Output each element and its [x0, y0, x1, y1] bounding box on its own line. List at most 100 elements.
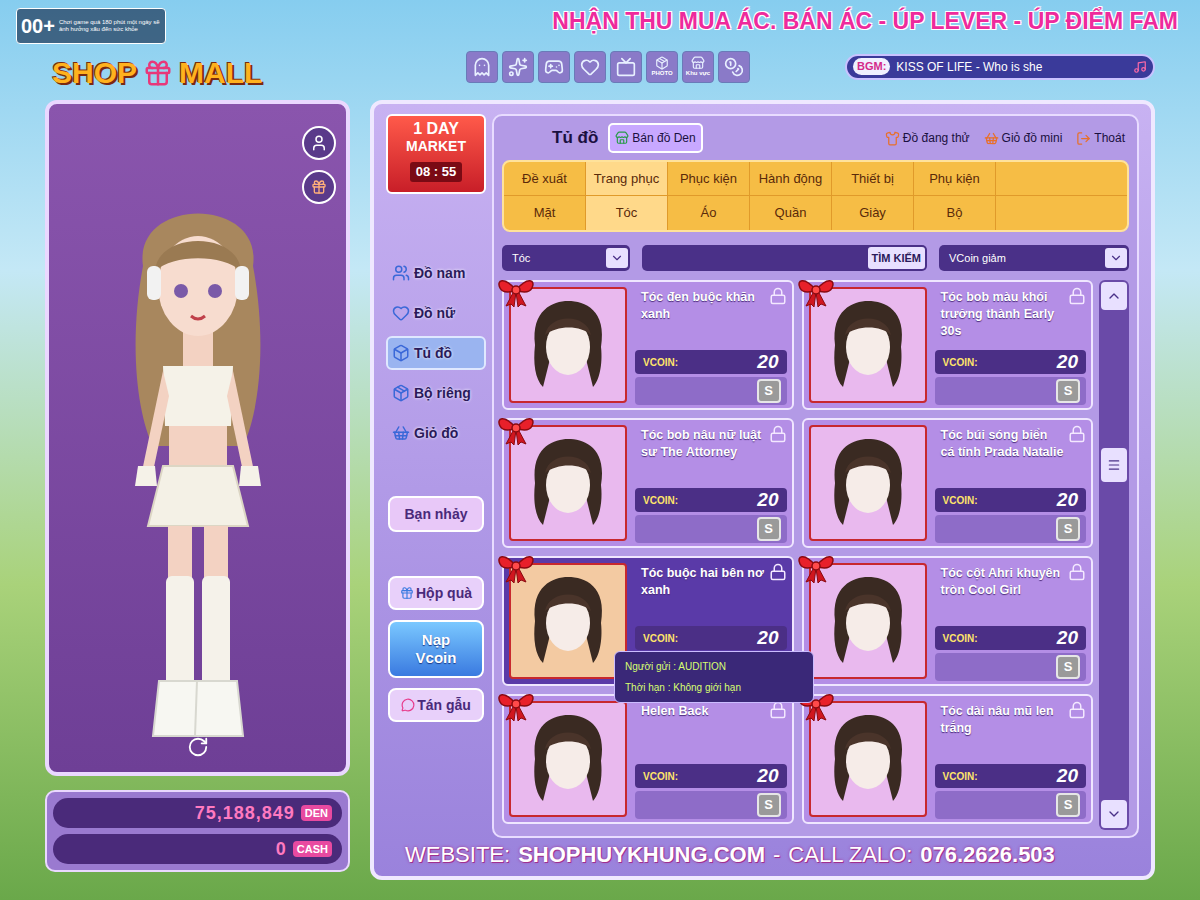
chat-button[interactable]: Tán gẫu — [388, 688, 484, 722]
item-card[interactable]: Tóc cột Ahri khuyên tròn Cool GirlVCOIN:… — [802, 556, 1094, 686]
sub-tab[interactable]: Quần — [750, 196, 832, 230]
age-rating-badge: 00+Chơi game quá 180 phút một ngày sẽ ản… — [16, 8, 166, 44]
top-menu-button[interactable] — [574, 51, 606, 83]
top-menu-button[interactable]: Khu vực — [682, 51, 714, 83]
sub-tab[interactable]: Giày — [832, 196, 914, 230]
gift-bow-icon — [794, 550, 838, 584]
sub-tab[interactable]: Bộ — [914, 196, 996, 230]
sub-tab[interactable]: Áo — [668, 196, 750, 230]
item-card[interactable]: Tóc dài nâu mũ len trắngVCOIN:20S — [802, 694, 1094, 824]
category-tab[interactable]: Thiết bị — [832, 162, 914, 195]
menu-icon — [691, 56, 705, 70]
item-card[interactable]: Tóc đen buộc khăn xanhVCOIN:20S — [502, 280, 794, 410]
top-menu-button[interactable] — [466, 51, 498, 83]
item-name: Tóc búi sóng biển cá tính Prada Natalie — [935, 425, 1065, 461]
hair-icon — [523, 433, 613, 533]
sell-button[interactable]: S — [1056, 517, 1080, 541]
item-thumbnail — [509, 563, 627, 679]
item-name: Helen Back — [635, 701, 765, 720]
item-thumbnail — [509, 701, 627, 817]
sell-button[interactable]: S — [1056, 379, 1080, 403]
lock-icon — [769, 287, 787, 305]
character-avatar[interactable] — [83, 176, 313, 776]
one-day-market[interactable]: 1 DAYMARKET08 : 55 — [386, 114, 486, 194]
nav-item[interactable]: Giỏ đồ — [386, 416, 486, 450]
item-card[interactable]: Tóc buộc hai bên nơ xanhVCOIN:20SNgười g… — [502, 556, 794, 686]
menu-icon — [508, 57, 528, 77]
partner-button[interactable]: Bạn nhảy — [388, 496, 484, 532]
game-screen: 00+Chơi game quá 180 phút một ngày sẽ ản… — [0, 0, 1200, 900]
menu-icon — [580, 57, 600, 77]
nav-icon — [392, 384, 410, 402]
nav-item[interactable]: Đồ nam — [386, 256, 486, 290]
item-name: Tóc dài nâu mũ len trắng — [935, 701, 1065, 737]
category-tab[interactable]: Phục kiện — [668, 162, 750, 195]
sell-button[interactable]: S — [757, 793, 781, 817]
sell-button[interactable]: S — [1056, 655, 1080, 679]
scroll-down-button[interactable] — [1101, 800, 1127, 828]
search-input[interactable] — [642, 250, 868, 267]
gift-bow-icon — [494, 274, 538, 308]
scroll-thumb[interactable] — [1101, 448, 1127, 482]
header-action[interactable]: Giỏ đồ mini — [984, 129, 1063, 147]
item-card[interactable]: Tóc bob nâu nữ luật sư The AttorneyVCOIN… — [502, 418, 794, 548]
price-bar: VCOIN:20 — [635, 626, 787, 650]
bgm-bar: BGM:KISS OF LIFE - Who is she — [845, 54, 1155, 80]
sell-button[interactable]: S — [1056, 793, 1080, 817]
sort-dropdown[interactable]: VCoin giảm — [939, 245, 1129, 271]
top-menu-button[interactable] — [538, 51, 570, 83]
item-thumbnail — [809, 287, 927, 403]
item-thumbnail — [809, 563, 927, 679]
profile-button[interactable] — [302, 126, 336, 160]
item-name: Tóc bob nâu nữ luật sư The Attorney — [635, 425, 765, 461]
category-tab[interactable]: Hành động — [750, 162, 832, 195]
shop-window: 1 DAYMARKET08 : 55 Đồ nam Đồ nữ Tủ đồ Bộ riê… — [370, 100, 1155, 880]
tab-box: Đề xuấtTrang phụcPhục kiệnHành độngThiết… — [502, 160, 1129, 232]
shop-icon — [615, 131, 629, 145]
top-menu-button[interactable]: PHOTO — [646, 51, 678, 83]
wallet-panel: 75,188,849DEN0CASH — [45, 790, 350, 872]
item-card[interactable]: Tóc búi sóng biển cá tính Prada NatalieV… — [802, 418, 1094, 548]
item-card[interactable]: Helen BackVCOIN:20S — [502, 694, 794, 824]
menu-icon — [655, 56, 669, 70]
rotate-icon[interactable] — [187, 736, 209, 758]
top-menu-button[interactable] — [718, 51, 750, 83]
nav-icon — [392, 344, 410, 362]
item-thumbnail — [809, 701, 927, 817]
item-card[interactable]: Tóc bob màu khói trưởng thành Early 30sV… — [802, 280, 1094, 410]
music-icon[interactable] — [1133, 60, 1147, 74]
hair-icon — [823, 433, 913, 533]
scrollbar[interactable] — [1099, 280, 1129, 830]
sub-tab[interactable]: Tóc — [586, 196, 668, 230]
search-button[interactable]: TÌM KIẾM — [868, 247, 926, 269]
nav-icon — [392, 424, 410, 442]
topup-button[interactable]: Nạp Vcoin — [388, 620, 484, 678]
item-tooltip: Người gửi : AUDITIONThời hạn : Không giớ… — [614, 651, 814, 703]
nav-item[interactable]: Bộ riêng — [386, 376, 486, 410]
category-tab[interactable]: Phụ kiện — [914, 162, 996, 195]
sub-tab[interactable]: Mặt — [504, 196, 586, 230]
sell-den-button[interactable]: Bán đồ Den — [608, 123, 702, 153]
header-action[interactable]: Thoát — [1076, 129, 1125, 147]
category-tab[interactable]: Trang phục — [586, 162, 668, 195]
nav-item[interactable]: Đồ nữ — [386, 296, 486, 330]
lock-icon — [769, 425, 787, 443]
price-bar: VCOIN:20 — [935, 626, 1087, 650]
top-menu-button[interactable] — [610, 51, 642, 83]
nav-item[interactable]: Tủ đồ — [386, 336, 486, 370]
category-dropdown[interactable]: Tóc — [502, 245, 630, 271]
gift-icon — [311, 179, 327, 195]
price-bar: VCOIN:20 — [935, 350, 1087, 374]
sell-button[interactable]: S — [757, 517, 781, 541]
gift-button[interactable]: Hộp quà — [388, 576, 484, 610]
scroll-up-button[interactable] — [1101, 282, 1127, 310]
item-name: Tóc đen buộc khăn xanh — [635, 287, 765, 323]
sell-button[interactable]: S — [757, 379, 781, 403]
gift-bow-icon — [494, 688, 538, 722]
item-grid: Tóc đen buộc khăn xanhVCOIN:20STóc bob m… — [502, 280, 1093, 830]
wardrobe-button[interactable] — [302, 170, 336, 204]
top-menu-button[interactable] — [502, 51, 534, 83]
header-action[interactable]: Đồ đang thử — [885, 129, 970, 147]
category-tab[interactable]: Đề xuất — [504, 162, 586, 195]
lock-icon — [769, 563, 787, 581]
